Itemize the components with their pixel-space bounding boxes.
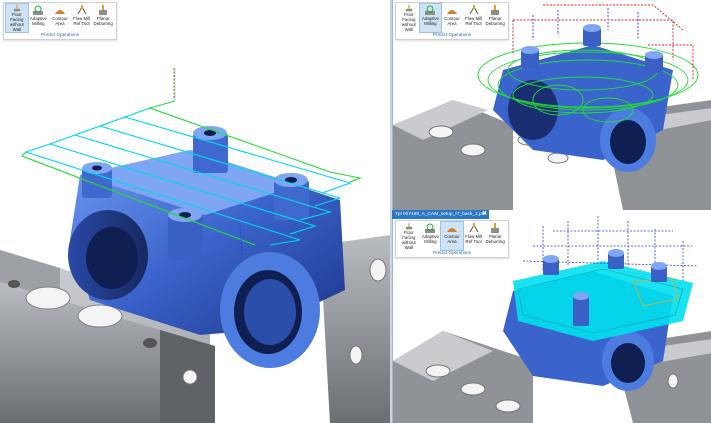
- planar-deburring-button[interactable]: Planar Deburring: [92, 4, 114, 32]
- floor-facing-icon: [405, 223, 412, 230]
- adaptive-milling-icon: [425, 223, 436, 233]
- contour-area-icon: [446, 228, 457, 232]
- tool-label: Adaptive Milling: [29, 16, 47, 26]
- ribbon-group-label: Predict Operations: [40, 32, 80, 37]
- tool-label: Planar Deburring: [93, 16, 113, 26]
- tool-label: Floor Facing without Wall: [401, 230, 416, 250]
- tool-label: Flow Mill Ref Tool: [465, 234, 483, 244]
- tool-label: Floor Facing without Wall: [9, 12, 24, 32]
- tool-label: Flow Mill Ref Tool: [465, 16, 483, 26]
- flow-mill-button[interactable]: Flow Mill Ref Tool: [71, 4, 93, 32]
- ribbon-group-label: Predict Operations: [432, 32, 472, 37]
- floor-facing-button[interactable]: Floor Facing without Wall: [5, 3, 29, 33]
- ribbon-group-label: Predict Operations: [432, 250, 472, 255]
- planar-deburring-button[interactable]: Planar Deburring: [484, 222, 506, 250]
- predict-operations-ribbon-main: Floor Facing without Wall Adaptive Milli…: [3, 2, 117, 40]
- flow-mill-button[interactable]: Flow Mill Ref Tool: [463, 222, 485, 250]
- adaptive-milling-icon: [425, 5, 436, 15]
- document-tab-title: Tpl 007198_A_CAM_setup_IT_back_1.prt: [395, 212, 485, 217]
- planar-deburring-icon: [491, 5, 500, 15]
- planar-deburring-button[interactable]: Planar Deburring: [484, 4, 506, 32]
- tool-label: Contour Area: [444, 16, 460, 26]
- close-tab-icon[interactable]: ✖: [482, 210, 487, 219]
- tool-label: Contour Area: [444, 234, 460, 244]
- floor-facing-button[interactable]: Floor Facing without Wall: [398, 222, 420, 250]
- contour-area-icon: [446, 10, 457, 14]
- flow-mill-icon: [469, 5, 479, 15]
- planar-deburring-icon: [99, 5, 108, 15]
- contour-area-button[interactable]: Contour Area: [441, 4, 463, 32]
- tool-label: Adaptive Milling: [421, 234, 439, 244]
- adaptive-milling-button[interactable]: Adaptive Milling: [28, 4, 50, 32]
- floor-facing-icon: [13, 5, 20, 12]
- tool-label: Planar Deburring: [485, 234, 505, 244]
- graphics-window-main[interactable]: [0, 0, 390, 423]
- floor-facing-icon: [405, 5, 412, 12]
- floor-facing-button[interactable]: Floor Facing without Wall: [398, 4, 420, 32]
- predict-operations-ribbon-bottom-right: Floor Facing without Wall Adaptive Milli…: [395, 220, 509, 258]
- flow-mill-button[interactable]: Flow Mill Ref Tool: [463, 4, 485, 32]
- predict-operations-ribbon-top-right: Floor Facing without Wall Adaptive Milli…: [395, 2, 509, 40]
- adaptive-milling-button[interactable]: Adaptive Milling: [418, 3, 443, 33]
- flow-mill-icon: [469, 223, 479, 233]
- tool-label: Planar Deburring: [485, 16, 505, 26]
- tool-label: Contour Area: [52, 16, 68, 26]
- tool-label: Flow Mill Ref Tool: [73, 16, 91, 26]
- contour-area-icon: [54, 10, 65, 14]
- document-tab[interactable]: Tpl 007198_A_CAM_setup_IT_back_1.prt ✖: [392, 210, 489, 219]
- adaptive-milling-button[interactable]: Adaptive Milling: [420, 222, 442, 250]
- tool-label: Floor Facing without Wall: [401, 12, 416, 32]
- tool-label: Adaptive Milling: [421, 16, 439, 26]
- contour-area-button[interactable]: Contour Area: [49, 4, 71, 32]
- main-viewport-scene: [0, 0, 390, 423]
- planar-deburring-icon: [491, 223, 500, 233]
- adaptive-milling-icon: [33, 5, 44, 15]
- flow-mill-icon: [77, 5, 87, 15]
- contour-area-button[interactable]: Contour Area: [440, 221, 464, 251]
